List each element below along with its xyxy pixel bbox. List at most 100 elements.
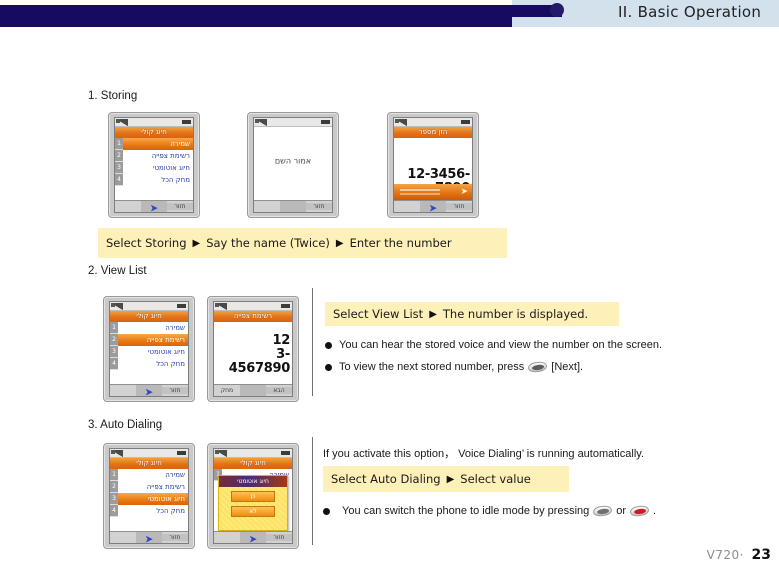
step-3-label: Enter the number	[349, 236, 452, 250]
list-item-label: שמירה	[115, 138, 193, 150]
section-2-title: 2. View List	[88, 265, 147, 277]
bullet-text: To view the next stored number, press	[339, 361, 525, 373]
step-arrow-icon: ▶	[446, 473, 455, 485]
softkey-bar: חזור	[254, 200, 332, 212]
list-item: 4 מחק הכל	[110, 505, 188, 517]
bullet-line-hear-voice: You can hear the stored voice and view t…	[325, 339, 662, 351]
softkey-left: מחק	[220, 387, 234, 394]
list-item-label: רשימת צפייה	[146, 483, 185, 491]
signal-icon	[215, 303, 227, 310]
list-item-number: 2	[110, 334, 118, 346]
bottom-orange-banner: ➤	[394, 184, 472, 200]
step-2-label: Say the name (Twice)	[206, 236, 330, 250]
bullet-line-next-number: To view the next stored number, press [N…	[325, 360, 584, 374]
softkey-bar: מחק הבא	[214, 384, 292, 396]
list-item-label: מחק הכל	[161, 176, 190, 184]
phone-screen: חיוג קולי 1 שמירה 2 רשימת צפייה 3 חיוג א…	[109, 448, 189, 544]
softkey-bar: ➤ חזור	[110, 384, 188, 396]
signal-icon	[116, 119, 128, 126]
list-item: 2 רשימת צפייה	[110, 334, 188, 346]
status-bar	[254, 118, 332, 127]
stored-number-line-2: 3-4567890	[228, 347, 291, 376]
phone-mock-1-1: חיוג קולי 1 שמירה 2 רשימת צפייה 3 חיוג א…	[108, 112, 200, 218]
screen-title-text: חיוג קולי	[240, 459, 266, 467]
phone-mock-3-1: חיוג קולי 1 שמירה 2 רשימת צפייה 3 חיוג א…	[103, 443, 195, 549]
list-item-number: 3	[110, 493, 118, 505]
softkey-bar: ➤ חזור	[110, 531, 188, 543]
screen-title-bar: חיוג קולי	[110, 311, 188, 322]
step-1-label: Select Storing	[106, 236, 187, 250]
list-item-number: 1	[110, 322, 118, 334]
next-arrow-icon: ➤	[145, 387, 153, 397]
signal-icon	[111, 450, 123, 457]
screen-title-bar: חיוג קולי	[214, 458, 292, 469]
softkey-center	[280, 201, 306, 212]
manual-page: II. Basic Operation 1. Storing חיוג קולי…	[0, 0, 779, 570]
bullet-text: You can hear the stored voice and view t…	[339, 339, 663, 351]
stored-number-line-1: 12	[272, 333, 291, 348]
softkey-right: חזור	[162, 387, 188, 394]
step-arrow-icon: ▶	[429, 308, 437, 320]
page-number: 23	[751, 547, 771, 563]
softkey-bar: ➤ חזור	[394, 200, 472, 212]
send-key-icon	[592, 504, 613, 518]
screen-title-bar: הזן מספר	[394, 127, 472, 138]
next-arrow-icon: ➤	[429, 203, 437, 213]
softkey-right: חזור	[162, 534, 188, 541]
phone-mock-2-2: רשימת צפייה 12 3-4567890 מחק הבא	[207, 296, 299, 402]
list-item-number: 3	[115, 162, 123, 174]
bullet-dot-icon	[325, 341, 332, 349]
menu-list: 1 שמירה 2 רשימת צפייה 3 חיוג אוטומטי 4 מ…	[115, 138, 193, 186]
end-key-icon	[629, 504, 650, 518]
list-item-number: 4	[110, 358, 118, 370]
softkey-center	[240, 385, 266, 396]
confirm-dialog: חיוג אוטומטי כן לא	[218, 475, 288, 531]
list-item-label: רשימת צפייה	[110, 334, 188, 346]
battery-icon	[182, 120, 191, 124]
list-item-number: 3	[110, 346, 118, 358]
battery-icon	[281, 304, 290, 308]
dialog-no-button[interactable]: לא	[231, 506, 275, 517]
bullet-text-tail: [Next].	[551, 361, 584, 373]
step-bar-auto-dialing: Select Auto Dialing ▶ Select value	[323, 466, 569, 492]
section-2-divider	[312, 288, 313, 396]
list-item: 3 חיוג אוטומטי	[115, 162, 193, 174]
list-item: 1 שמירה	[115, 138, 193, 150]
signal-icon	[215, 450, 227, 457]
list-item: 2 רשימת צפייה	[115, 150, 193, 162]
screen-title-bar: חיוג קולי	[115, 127, 193, 138]
battery-icon	[177, 451, 186, 455]
list-item-number: 1	[115, 138, 123, 150]
list-item-number: 1	[110, 469, 118, 481]
screen-center-text: אמור השם	[274, 156, 312, 166]
list-item: 1 שמירה	[110, 322, 188, 334]
step-2-label: The number is displayed.	[442, 307, 589, 321]
status-bar	[214, 302, 292, 311]
auto-dialing-intro: If you activate this option， Voice Diali…	[323, 448, 644, 460]
list-item-label: חיוג אוטומטי	[147, 348, 185, 356]
softkey-right: חזור	[167, 203, 193, 210]
battery-icon	[281, 451, 290, 455]
softkey-center: ➤	[141, 201, 167, 212]
list-item-label: חיוג אוטומטי	[152, 164, 190, 172]
dialog-yes-button[interactable]: כן	[231, 491, 275, 502]
step-1-label: Select Auto Dialing	[331, 472, 441, 486]
menu-list: 1 שמירה 2 רשימת צפייה 3 חיוג אוטומטי 4 מ…	[110, 469, 188, 517]
softkey-center: ➤	[136, 532, 162, 543]
phone-screen: חיוג קולי 1 שמירה 2 רשימת צפייה 3 חיוג א…	[109, 301, 189, 397]
banner-glyph-icon: ➤	[460, 186, 468, 196]
battery-icon	[177, 304, 186, 308]
list-item: 4 מחק הכל	[115, 174, 193, 186]
phone-mock-1-3: הזן מספר 12-3456-7890 ➤ ➤ חזור	[387, 112, 479, 218]
phone-screen: אמור השם חזור	[253, 117, 333, 213]
list-item-label: שמירה	[165, 324, 185, 332]
dialog-title: חיוג אוטומטי	[219, 476, 287, 487]
step-arrow-icon: ▶	[192, 237, 201, 249]
list-item-label: רשימת צפייה	[151, 152, 190, 160]
bullet-line-idle-mode: You can switch the phone to idle mode by…	[323, 504, 656, 518]
model-label: V720·	[706, 548, 744, 562]
list-item: 3 חיוג אוטומטי	[110, 493, 188, 505]
phone-screen: חיוג קולי 1 שמירה 2 רשימת צפייה 3 חיוג א…	[114, 117, 194, 213]
step-1-label: Select View List	[333, 307, 424, 321]
list-item-number: 2	[110, 481, 118, 493]
